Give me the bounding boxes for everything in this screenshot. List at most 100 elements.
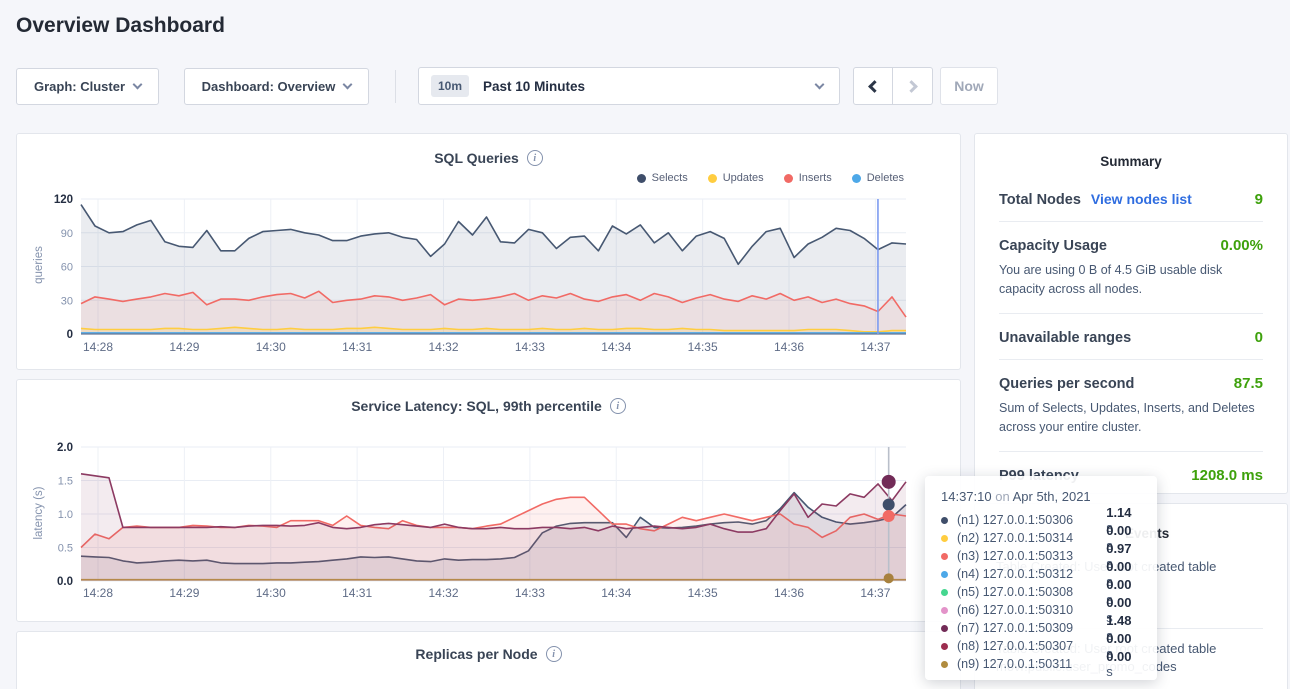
dashboard-dropdown[interactable]: Dashboard: Overview <box>184 68 369 105</box>
replicas-per-node-card: Replicas per Node i <box>16 631 961 689</box>
legend-item-inserts[interactable]: Inserts <box>784 172 832 184</box>
summary-row-total-nodes: Total Nodes View nodes list 9 <box>999 169 1263 222</box>
page-title: Overview Dashboard <box>16 14 225 38</box>
time-step-arrows <box>853 67 933 105</box>
tooltip-rows: (n1) 127.0.0.1:503061.14 s(n2) 127.0.0.1… <box>941 511 1141 673</box>
svg-text:14:32: 14:32 <box>428 586 458 600</box>
summary-title: Summary <box>975 134 1287 169</box>
summary-row-unavailable: Unavailable ranges 0 <box>999 314 1263 360</box>
sql-queries-legend: Selects Updates Inserts Deletes <box>637 172 904 184</box>
node-color-dot-icon <box>941 517 948 524</box>
svg-text:14:30: 14:30 <box>256 340 286 354</box>
node-address: (n9) 127.0.0.1:50311 <box>957 657 1106 671</box>
svg-text:0.5: 0.5 <box>58 543 73 555</box>
svg-text:0: 0 <box>67 329 73 341</box>
now-button-disabled[interactable]: Now <box>940 67 998 105</box>
svg-text:14:36: 14:36 <box>774 340 804 354</box>
info-icon[interactable]: i <box>527 150 543 166</box>
sql-y-axis-label: queries <box>33 205 45 325</box>
sql-queries-card: SQL Queries i Selects Updates Inserts De… <box>16 133 961 370</box>
unavailable-ranges-label: Unavailable ranges <box>999 330 1131 346</box>
service-latency-title: Service Latency: SQL, 99th percentile <box>351 398 602 414</box>
capacity-usage-label: Capacity Usage <box>999 238 1107 254</box>
inserts-dot-icon <box>784 174 793 183</box>
node-color-dot-icon <box>941 643 948 650</box>
svg-text:1.0: 1.0 <box>58 509 73 521</box>
svg-text:14:29: 14:29 <box>169 586 199 600</box>
svg-text:1.5: 1.5 <box>58 476 73 488</box>
svg-text:2.0: 2.0 <box>57 442 73 454</box>
node-latency-value: 0.00 s <box>1106 649 1141 679</box>
node-address: (n8) 127.0.0.1:50307 <box>957 639 1106 653</box>
capacity-usage-desc: You are using 0 B of 4.5 GiB usable disk… <box>999 261 1263 300</box>
node-color-dot-icon <box>941 625 948 632</box>
summary-row-capacity: Capacity Usage 0.00% You are using 0 B o… <box>999 222 1263 314</box>
chevron-down-icon <box>343 80 353 90</box>
unavailable-ranges-value: 0 <box>1255 329 1263 346</box>
node-address: (n7) 127.0.0.1:50309 <box>957 621 1106 635</box>
summary-panel: Summary Total Nodes View nodes list 9 Ca… <box>974 133 1288 494</box>
time-range-dropdown[interactable]: 10m Past 10 Minutes <box>418 67 840 105</box>
legend-item-selects[interactable]: Selects <box>637 172 688 184</box>
svg-text:14:35: 14:35 <box>688 586 718 600</box>
node-color-dot-icon <box>941 571 948 578</box>
svg-text:0.0: 0.0 <box>57 576 73 588</box>
svg-text:120: 120 <box>54 194 73 206</box>
info-icon[interactable]: i <box>546 646 562 662</box>
svg-text:14:33: 14:33 <box>515 340 545 354</box>
qps-value: 87.5 <box>1234 375 1263 392</box>
graph-dropdown-label: Graph: Cluster <box>34 79 125 94</box>
svg-text:14:34: 14:34 <box>601 586 631 600</box>
chevron-left-icon <box>868 80 881 93</box>
node-color-dot-icon <box>941 661 948 668</box>
tooltip-timestamp: 14:37:10 on Apr 5th, 2021 <box>941 489 1141 504</box>
node-color-dot-icon <box>941 553 948 560</box>
svg-text:14:35: 14:35 <box>688 340 718 354</box>
view-nodes-list-link[interactable]: View nodes list <box>1091 191 1192 207</box>
chart-hover-tooltip: 14:37:10 on Apr 5th, 2021 (n1) 127.0.0.1… <box>925 476 1157 680</box>
node-address: (n1) 127.0.0.1:50306 <box>957 513 1106 527</box>
svg-text:14:34: 14:34 <box>601 340 631 354</box>
selects-dot-icon <box>637 174 646 183</box>
service-latency-chart[interactable]: 0.00.51.01.52.014:2814:2914:3014:3114:32… <box>47 434 927 606</box>
node-address: (n5) 127.0.0.1:50308 <box>957 585 1106 599</box>
svg-text:30: 30 <box>61 295 73 307</box>
updates-dot-icon <box>708 174 717 183</box>
chevron-right-icon <box>905 80 918 93</box>
overview-dashboard-page: Overview Dashboard Graph: Cluster Dashbo… <box>0 0 1290 689</box>
svg-text:14:37: 14:37 <box>860 586 890 600</box>
time-range-label: Past 10 Minutes <box>483 79 585 94</box>
tooltip-node-row: (n9) 127.0.0.1:503110.00 s <box>941 655 1141 673</box>
total-nodes-value: 9 <box>1255 191 1263 208</box>
qps-label: Queries per second <box>999 376 1134 392</box>
node-address: (n6) 127.0.0.1:50310 <box>957 603 1106 617</box>
node-color-dot-icon <box>941 607 948 614</box>
node-color-dot-icon <box>941 589 948 596</box>
legend-item-updates[interactable]: Updates <box>708 172 764 184</box>
svg-text:90: 90 <box>61 228 73 240</box>
sql-queries-chart[interactable]: 0 30 60 90 120 14:28 14:29 14:30 14:31 14:32 14:33… <box>47 186 927 358</box>
summary-row-qps: Queries per second 87.5 Sum of Selects, … <box>999 360 1263 452</box>
total-nodes-label: Total Nodes <box>999 192 1081 208</box>
capacity-usage-value: 0.00% <box>1220 237 1263 254</box>
graph-dropdown[interactable]: Graph: Cluster <box>16 68 159 105</box>
svg-text:14:33: 14:33 <box>515 586 545 600</box>
qps-desc: Sum of Selects, Updates, Inserts, and De… <box>999 399 1263 438</box>
replicas-per-node-title: Replicas per Node <box>415 646 537 662</box>
node-address: (n4) 127.0.0.1:50312 <box>957 567 1106 581</box>
info-icon[interactable]: i <box>610 398 626 414</box>
deletes-dot-icon <box>852 174 861 183</box>
svg-text:14:31: 14:31 <box>342 340 372 354</box>
svg-text:14:28: 14:28 <box>83 340 113 354</box>
node-address: (n2) 127.0.0.1:50314 <box>957 531 1106 545</box>
node-color-dot-icon <box>941 535 948 542</box>
svg-text:14:32: 14:32 <box>428 340 458 354</box>
sql-queries-title: SQL Queries <box>434 150 519 166</box>
svg-text:14:31: 14:31 <box>342 586 372 600</box>
next-time-button-disabled[interactable] <box>893 67 933 105</box>
svg-text:60: 60 <box>61 262 73 274</box>
prev-time-button[interactable] <box>853 67 893 105</box>
svg-text:14:29: 14:29 <box>169 340 199 354</box>
legend-item-deletes[interactable]: Deletes <box>852 172 904 184</box>
toolbar-divider <box>395 70 396 103</box>
